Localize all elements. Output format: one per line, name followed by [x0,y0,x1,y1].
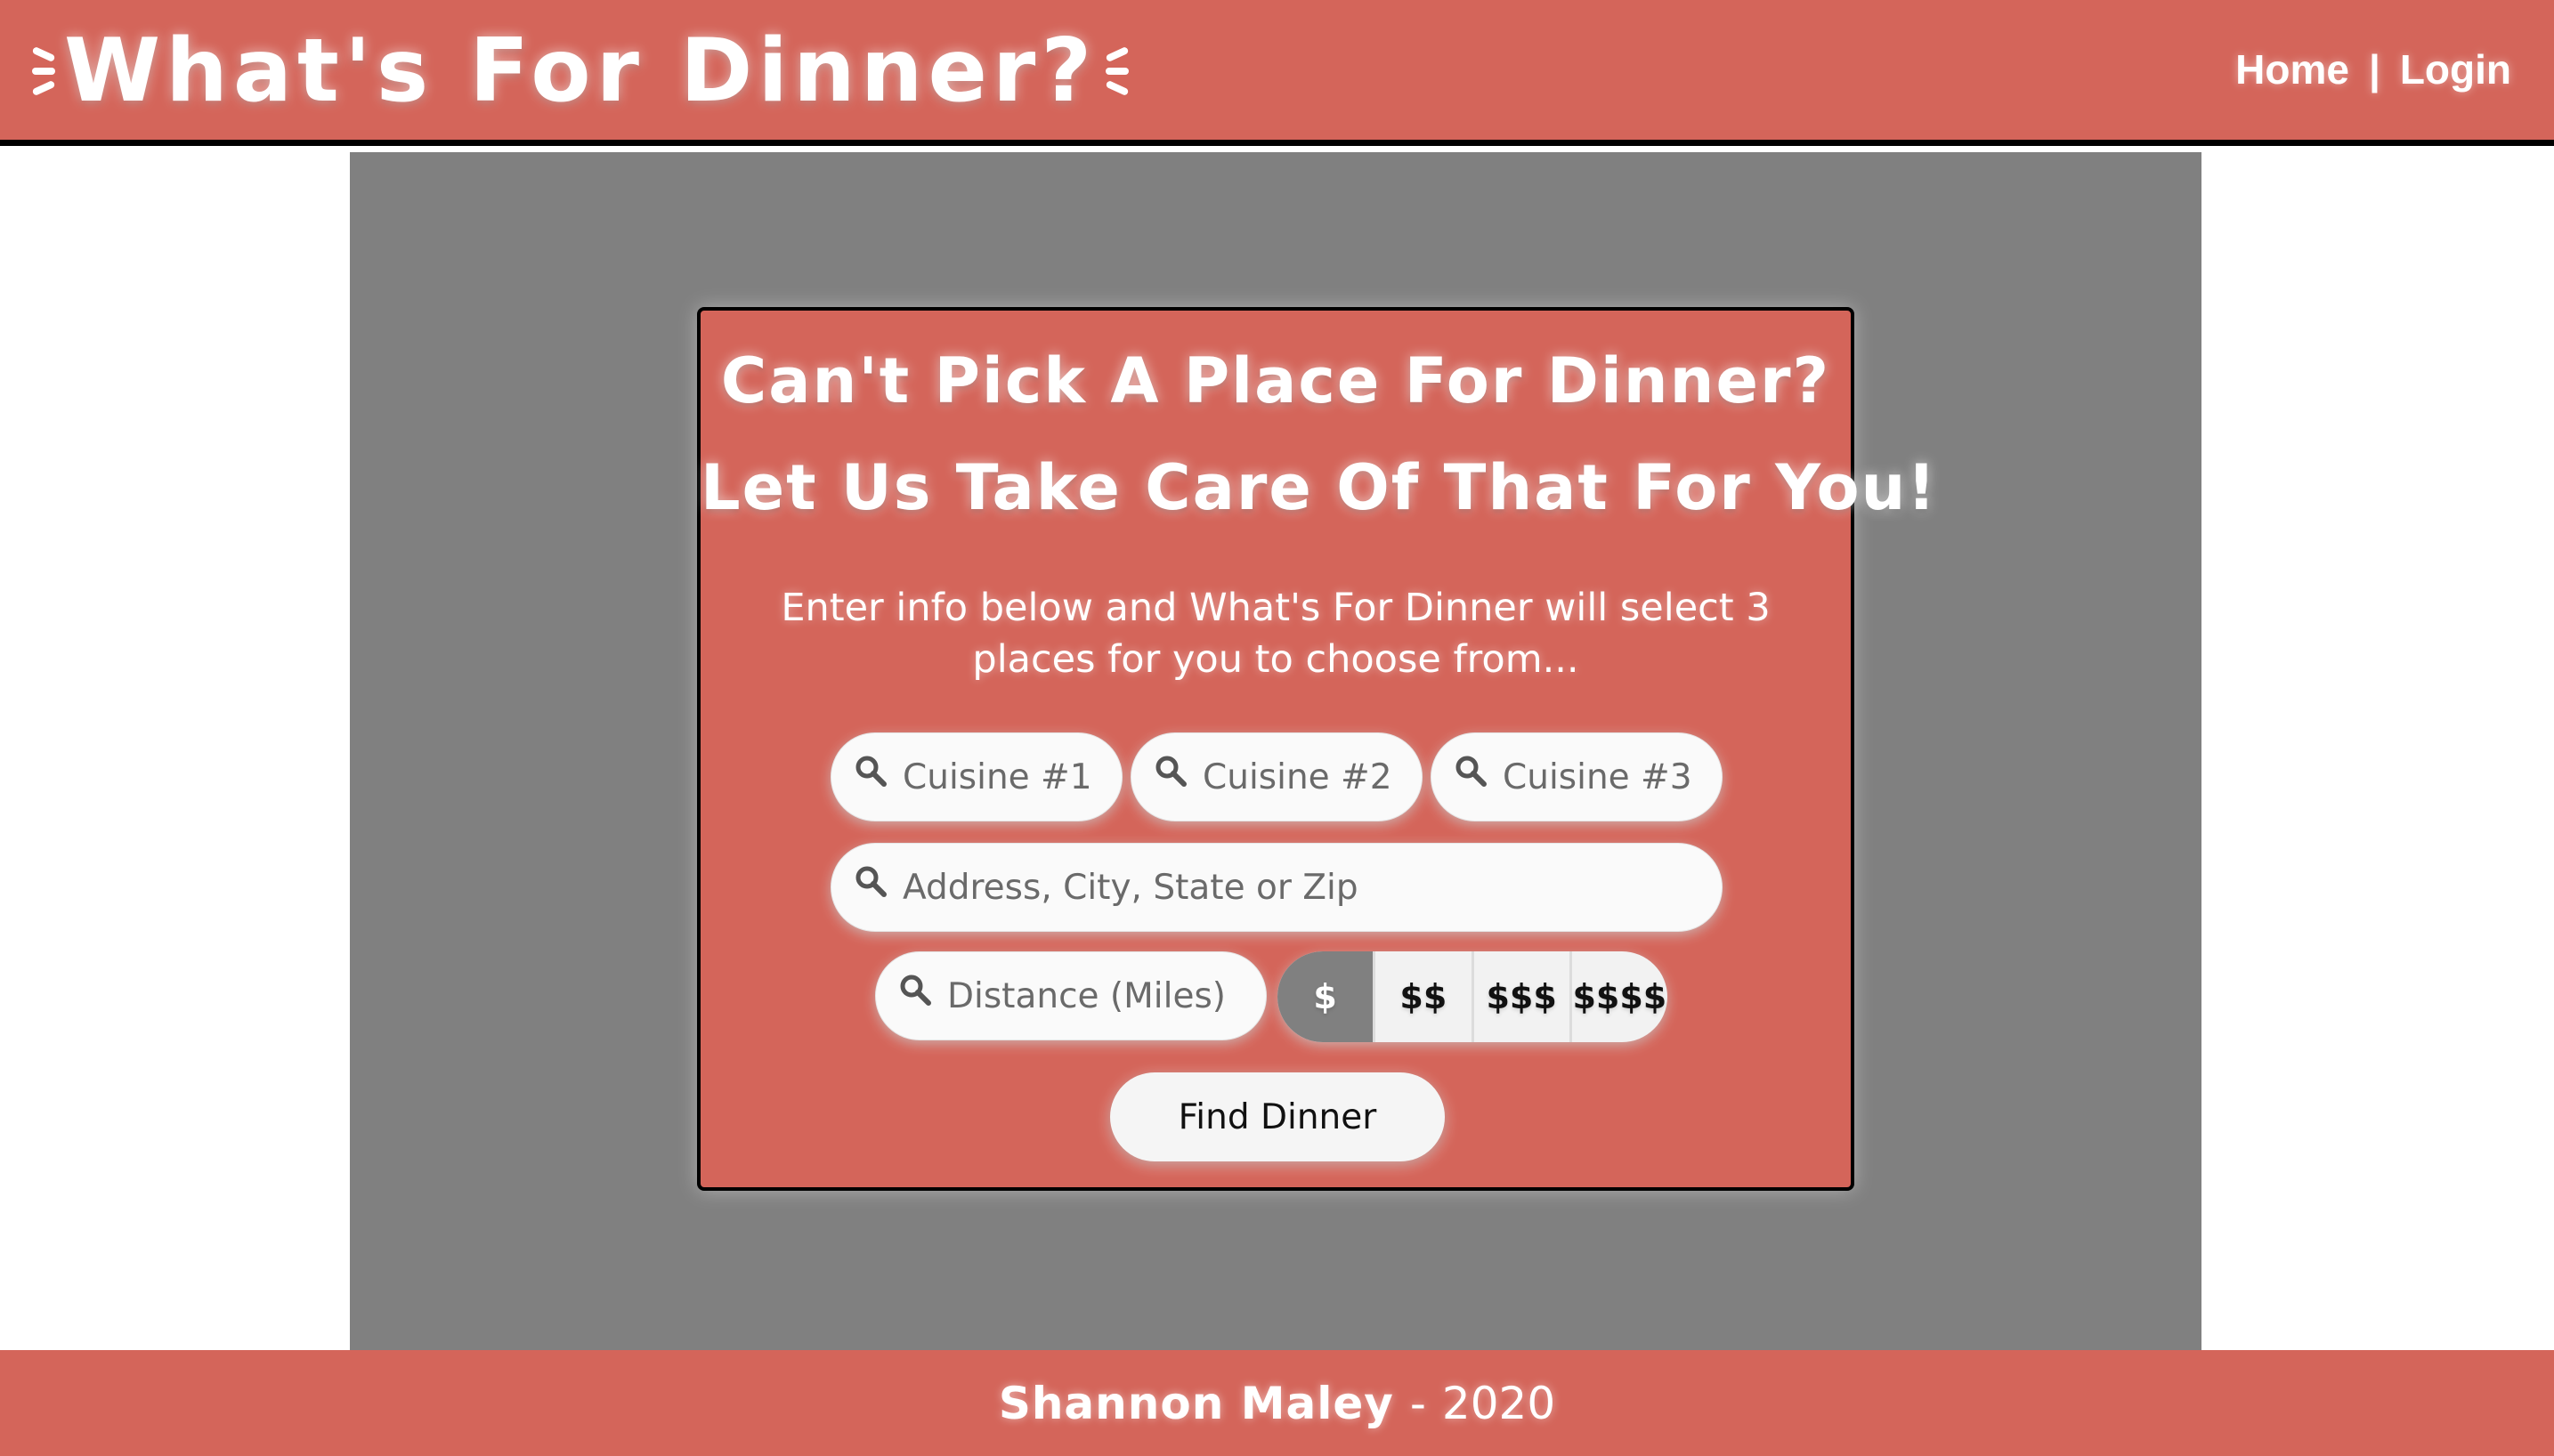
distance-input[interactable] [947,969,1266,1023]
nav-login-link[interactable]: Login [2400,45,2511,93]
find-dinner-button[interactable]: Find Dinner [1110,1072,1445,1161]
top-nav: Home | Login [2235,43,2511,96]
cuisine1-field[interactable] [831,732,1123,821]
site-footer: Shannon Maley - 2020 [0,1350,2554,1456]
search-icon [1455,756,1487,787]
price-option-2[interactable]: $$ [1375,951,1474,1042]
footer-dash: - [1409,1377,1426,1429]
nav-home-link[interactable]: Home [2235,45,2349,93]
cuisine3-field[interactable] [1431,732,1723,821]
footer-author: Shannon Maley [998,1377,1394,1429]
cuisine1-input[interactable] [903,750,1122,804]
price-option-4[interactable]: $$$$ [1572,951,1667,1042]
nav-separator: | [2368,46,2380,93]
distance-field[interactable] [875,951,1267,1040]
search-icon [855,756,887,787]
site-logo[interactable]: What's For Dinner? [30,18,1131,125]
sparkle-right-icon [1104,44,1131,99]
logo-text: What's For Dinner? [64,20,1098,122]
search-icon [900,975,931,1006]
address-input[interactable] [903,861,1722,914]
card-title-line1: Can't Pick A Place For Dinner? [720,344,1831,417]
cuisine2-field[interactable] [1131,732,1423,821]
price-option-3[interactable]: $$$ [1474,951,1572,1042]
card-title-line2: Let Us Take Care Of That For You! [701,451,1938,524]
address-field[interactable] [831,843,1723,932]
search-icon [1155,756,1187,787]
search-icon [855,866,887,897]
footer-year: 2020 [1441,1377,1556,1429]
sparkle-left-icon [30,44,57,99]
cuisine3-input[interactable] [1503,750,1722,804]
search-card: Can't Pick A Place For Dinner? Let Us Ta… [697,307,1938,1191]
cuisine2-input[interactable] [1203,750,1422,804]
site-header: What's For Dinner? Home | Login [0,0,2554,146]
price-option-1[interactable]: $ [1277,951,1376,1042]
price-selector: $ $$ $$$ $$$$ [1277,951,1667,1042]
card-description: Enter info below and What's For Dinner w… [781,586,1771,682]
